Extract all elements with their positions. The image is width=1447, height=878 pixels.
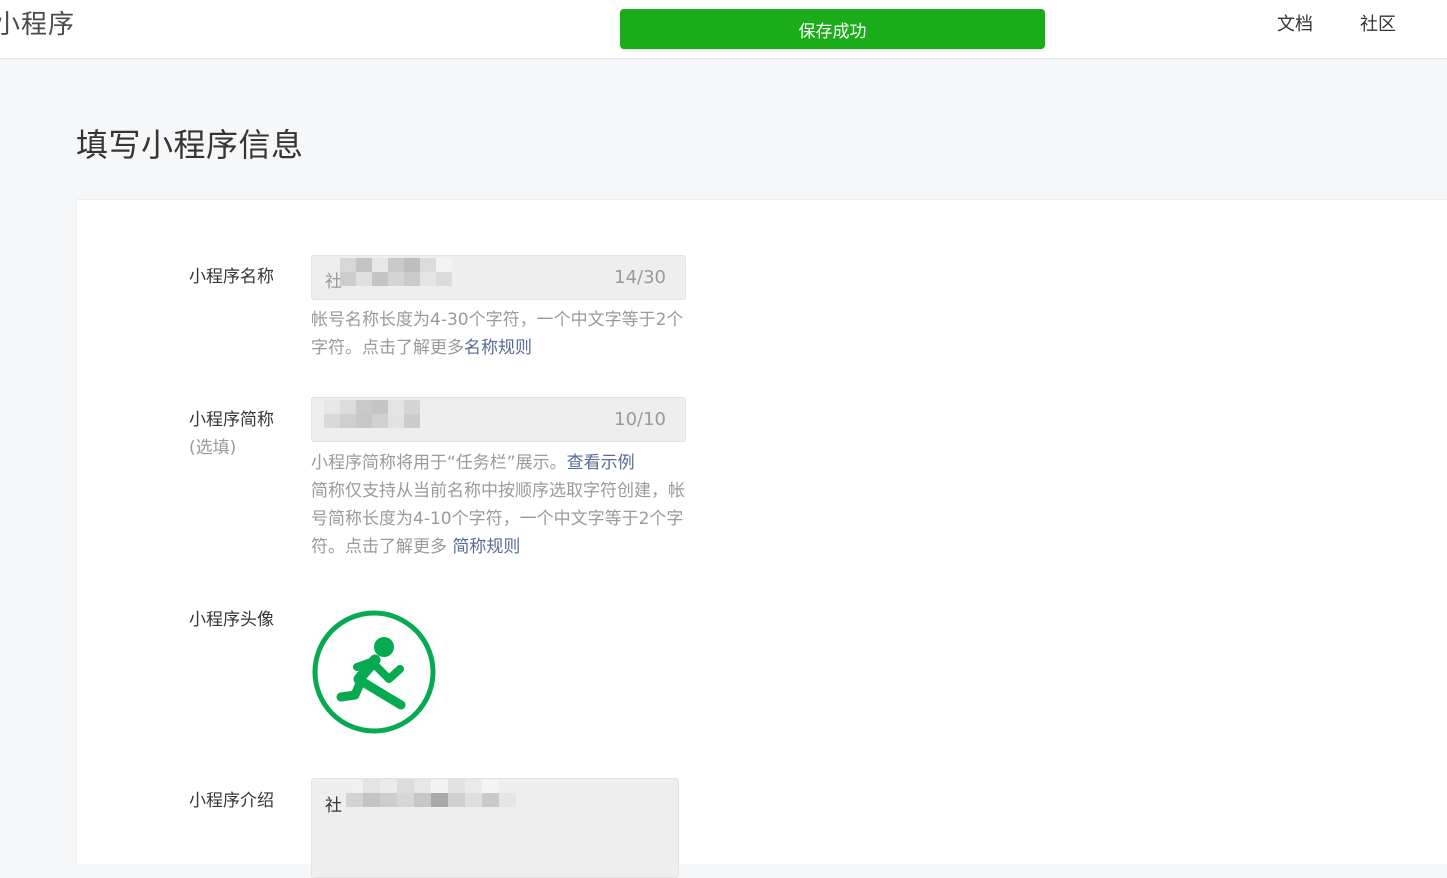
name-hint: 帐号名称长度为4-30个字符，一个中文字等于2个字符。点击了解更多名称规则 (311, 306, 691, 362)
avatar-upload[interactable] (311, 609, 437, 735)
view-example-link[interactable]: 查看示例 (567, 453, 635, 473)
short-name-optional-label: (选填) (189, 438, 237, 458)
short-name-label-group: 小程序简称 (选填) (189, 406, 274, 462)
short-name-label: 小程序简称 (189, 410, 274, 430)
short-name-redaction-mosaic (324, 400, 420, 428)
save-success-toast: 保存成功 (620, 9, 1045, 49)
short-name-char-counter: 10/10 (614, 409, 666, 430)
name-char-counter: 14/30 (614, 267, 666, 288)
name-rules-link[interactable]: 名称规则 (464, 338, 532, 358)
intro-redaction-mosaic (346, 779, 516, 807)
intro-textarea[interactable]: 社 (311, 778, 679, 878)
short-name-hint-line1: 小程序简称将用于“任务栏”展示。 (311, 453, 567, 473)
name-redaction-mosaic (340, 258, 452, 286)
form-panel (76, 199, 1447, 864)
name-label: 小程序名称 (189, 267, 274, 287)
page-title: 填写小程序信息 (76, 126, 304, 164)
short-name-input[interactable]: 10/10 (311, 397, 686, 442)
name-input[interactable]: 社 14/30 (311, 255, 686, 300)
short-name-hint: 小程序简称将用于“任务栏”展示。查看示例 简称仅支持从当前名称中按顺序选取字符创… (311, 449, 691, 561)
nav-docs-link[interactable]: 文档 (1277, 10, 1313, 36)
intro-label: 小程序介绍 (189, 791, 274, 811)
intro-textarea-value: 社 (325, 796, 342, 816)
nav-community-link[interactable]: 社区 (1360, 10, 1396, 36)
short-name-rules-link[interactable]: 简称规则 (452, 537, 520, 557)
top-header: 小程序 保存成功 文档 社区 (0, 0, 1447, 59)
app-brand[interactable]: 小程序 (0, 4, 75, 41)
avatar-label: 小程序头像 (189, 610, 274, 630)
running-person-icon (312, 610, 436, 734)
